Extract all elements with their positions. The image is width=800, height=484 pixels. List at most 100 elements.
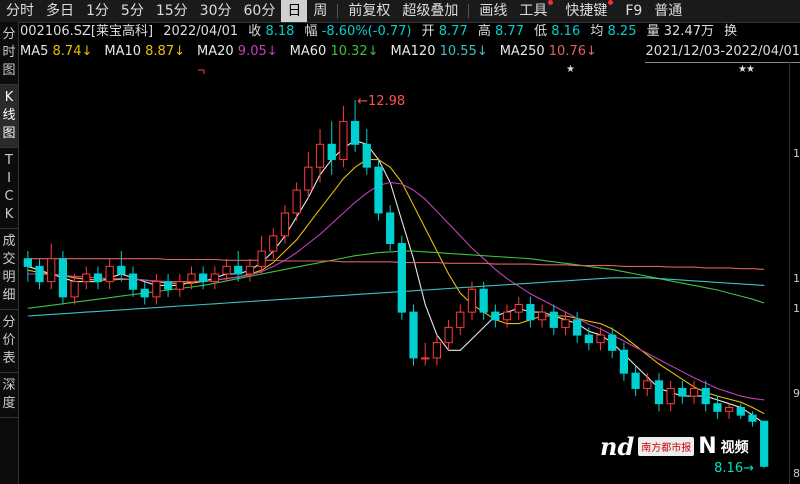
- ma-value: 8.87↓: [145, 44, 185, 59]
- ma-legend-item: MA10 8.87↓: [104, 44, 191, 59]
- low-value: 8.16: [551, 24, 581, 39]
- candle: [491, 304, 500, 328]
- side-tab-char: 表: [2, 351, 16, 366]
- candle-body: [444, 326, 453, 344]
- side-tab-3[interactable]: 成交明细: [0, 229, 18, 310]
- volume-key: 量: [646, 24, 660, 39]
- candle-body: [666, 387, 675, 405]
- candle-body: [350, 120, 360, 145]
- candle: [47, 243, 56, 290]
- side-tab-char: 图: [2, 63, 16, 78]
- toolbar-item-5[interactable]: 30分: [194, 0, 238, 22]
- ma-legend-item: MA20 9.05↓: [197, 44, 284, 59]
- toolbar-item-11[interactable]: 画线: [473, 0, 513, 22]
- side-tab-2[interactable]: TICK: [0, 148, 18, 229]
- change-key: 幅: [304, 24, 318, 39]
- candle: [82, 266, 91, 290]
- candle: [210, 266, 219, 290]
- toolbar-item-15[interactable]: 普通: [648, 0, 688, 22]
- toolbar-item-2[interactable]: 1分: [80, 0, 115, 22]
- candle: [432, 335, 442, 366]
- candle-body: [128, 273, 138, 290]
- open-value: 8.77: [438, 24, 468, 39]
- toolbar-item-13[interactable]: 快捷键: [559, 0, 619, 22]
- candle-body: [315, 143, 325, 168]
- candle: [187, 266, 196, 290]
- candle: [514, 296, 523, 320]
- side-tab-0[interactable]: 分时图: [0, 22, 18, 85]
- candle-body: [117, 265, 126, 275]
- toolbar-item-4[interactable]: 15分: [150, 0, 194, 22]
- candle-body: [269, 235, 278, 252]
- candle: [315, 129, 325, 183]
- candle: [163, 274, 173, 297]
- ma-label: MA20: [197, 44, 238, 59]
- candle: [736, 403, 745, 419]
- candle-body: [736, 407, 745, 416]
- candle-body: [654, 380, 664, 405]
- candle-body: [456, 311, 465, 328]
- side-tab-4[interactable]: 分价表: [0, 310, 18, 373]
- candle: [619, 342, 629, 381]
- candle: [58, 251, 68, 305]
- notify-dot-icon: [548, 0, 554, 5]
- candle: [105, 258, 114, 290]
- ma-value: 10.55↓: [439, 44, 488, 59]
- date-range[interactable]: 2021/12/03-2022/04/01: [645, 42, 800, 63]
- toolbar-item-6[interactable]: 60分: [238, 0, 282, 22]
- candle-body: [701, 387, 710, 405]
- axis-tick-label: 8: [793, 467, 800, 480]
- axis-tick-label: 9: [793, 387, 800, 400]
- candle-body: [105, 265, 114, 283]
- toolbar-item-9[interactable]: 前复权: [342, 0, 396, 22]
- candle-body: [292, 189, 301, 214]
- avg-key: 均: [590, 24, 604, 39]
- ma-value: 8.74↓: [52, 44, 93, 59]
- side-tab-5[interactable]: 深度: [0, 373, 18, 418]
- side-tab-char: 分: [2, 27, 16, 42]
- high-value: 8.77: [495, 24, 524, 39]
- period-toolbar: 分时 多日 1分 5分 15分 30分 60分日周前复权 超级叠加 画线 工具 快捷键 F9 普通: [0, 0, 800, 23]
- candle-body: [596, 334, 605, 344]
- candle-body: [140, 288, 149, 298]
- ma-line-ma250: [27, 258, 765, 270]
- candle-body: [362, 143, 371, 168]
- candle-body: [479, 288, 488, 313]
- ma-value: 10.32↓: [330, 44, 379, 59]
- candle-body: [608, 334, 617, 351]
- toolbar-item-7[interactable]: 日: [281, 0, 308, 22]
- event-star-icon[interactable]: ★: [566, 64, 575, 75]
- quote-info-bar: 002106.SZ[莱宝高科] 2022/04/01 收 8.18 幅 -8.6…: [20, 22, 737, 42]
- toolbar-item-10[interactable]: 超级叠加: [396, 0, 464, 22]
- toolbar-item-12[interactable]: 工具: [513, 0, 559, 22]
- candle-body: [573, 319, 582, 336]
- kline-chart[interactable]: ←12.988.16→★ ★ ★: [18, 62, 790, 484]
- event-star-icon[interactable]: ★: [746, 64, 755, 75]
- ma-label: MA60: [289, 44, 331, 59]
- candle-body: [678, 387, 687, 397]
- candle: [643, 373, 652, 397]
- ma-legend: MA5 8.74↓ MA10 8.87↓ MA20 9.05↓ MA60 10.32↓…: [20, 42, 609, 62]
- toolbar-item-1[interactable]: 多日: [40, 0, 80, 22]
- side-tab-char: I: [7, 171, 11, 186]
- candle-body: [713, 403, 722, 412]
- axis-tick-label: 1: [793, 302, 800, 315]
- toolbar-item-3[interactable]: 5分: [115, 0, 150, 22]
- side-tab-1[interactable]: K线图: [0, 85, 18, 148]
- side-tab-char: 度: [2, 396, 16, 411]
- candle: [140, 281, 149, 305]
- candle: [678, 380, 687, 404]
- candle-body: [35, 265, 44, 283]
- toolbar-item-14[interactable]: F9: [619, 0, 648, 22]
- toolbar-item-8[interactable]: 周: [307, 0, 333, 22]
- ma-value: 10.76↓: [548, 44, 597, 59]
- candle-body: [502, 311, 512, 321]
- toolbar-item-0[interactable]: 分时: [0, 0, 40, 22]
- ma-value: 9.05↓: [237, 44, 278, 59]
- high-marker-label: ←12.98: [357, 94, 405, 109]
- candle-body: [210, 273, 219, 283]
- avg-value: 8.25: [607, 24, 637, 39]
- side-tab-char: T: [5, 153, 13, 168]
- candle-body: [339, 120, 348, 161]
- candle-body: [70, 281, 79, 298]
